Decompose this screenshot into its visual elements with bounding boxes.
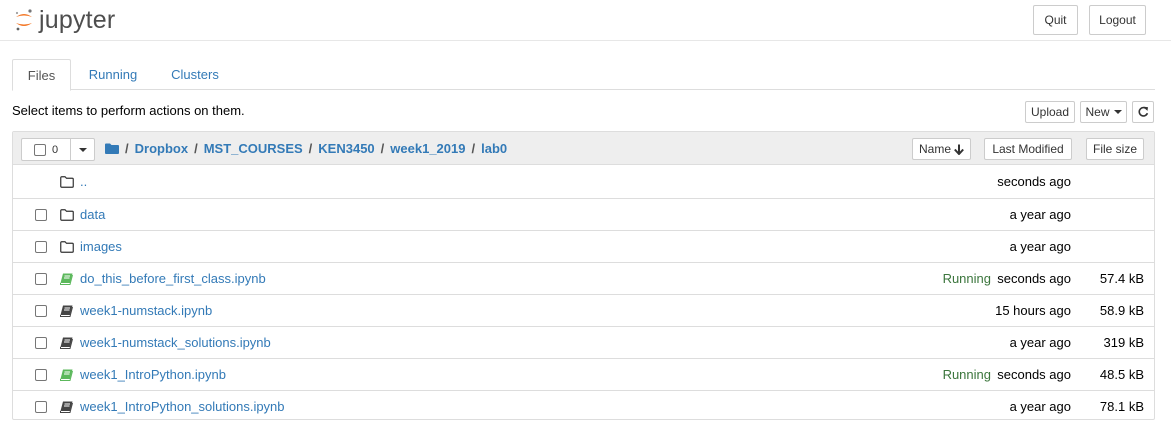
running-notebook-icon <box>60 368 74 381</box>
file-list: 0 / Dropbox / MST_COURSES / KEN3450 / we… <box>12 131 1155 420</box>
last-modified: a year ago <box>1009 335 1071 350</box>
file-name-link[interactable]: week1-numstack.ipynb <box>80 303 212 318</box>
folder-icon <box>60 175 74 188</box>
jupyter-logo-icon <box>15 9 32 31</box>
tab-files[interactable]: Files <box>12 59 71 91</box>
sort-by-file-size-button[interactable]: File size <box>1086 138 1144 160</box>
running-status: Running <box>942 271 991 286</box>
file-name-link[interactable]: images <box>80 239 122 254</box>
refresh-icon <box>1138 106 1149 117</box>
running-notebook-icon <box>60 272 74 285</box>
file-size: 48.5 kB <box>1099 367 1144 382</box>
notebook-icon <box>60 336 74 349</box>
tab-running[interactable]: Running <box>80 59 146 90</box>
folder-home-icon[interactable] <box>105 143 119 154</box>
last-modified: seconds ago <box>997 367 1071 382</box>
last-modified: a year ago <box>1009 239 1071 254</box>
row-checkbox[interactable] <box>35 273 47 285</box>
file-size: 58.9 kB <box>1099 303 1144 318</box>
breadcrumb-separator: / <box>308 141 313 156</box>
folder-icon <box>60 208 74 221</box>
folder-icon <box>60 240 74 253</box>
breadcrumb-week1-2019[interactable]: week1_2019 <box>390 141 465 156</box>
last-modified: seconds ago <box>997 174 1071 189</box>
select-all-checkbox[interactable] <box>34 143 46 156</box>
parent-directory-row[interactable]: .. seconds ago <box>13 166 1154 198</box>
selected-count: 0 <box>52 143 59 156</box>
notebook-icon <box>60 400 74 413</box>
file-name-link[interactable]: week1_IntroPython.ipynb <box>80 367 226 382</box>
logout-button[interactable]: Logout <box>1089 5 1146 35</box>
select-all-control[interactable]: 0 <box>21 138 95 161</box>
file-row[interactable]: week1_IntroPython.ipynb Running seconds ag… <box>13 358 1154 390</box>
refresh-button[interactable] <box>1132 101 1154 123</box>
file-name-link[interactable]: data <box>80 207 105 222</box>
row-checkbox[interactable] <box>35 209 47 221</box>
file-row[interactable]: images a year ago <box>13 230 1154 262</box>
breadcrumb-dropbox[interactable]: Dropbox <box>135 141 188 156</box>
file-row[interactable]: week1-numstack.ipynb 15 hours ago 58.9 kB <box>13 294 1154 326</box>
file-list-header: 0 / Dropbox / MST_COURSES / KEN3450 / we… <box>13 132 1154 165</box>
upload-button[interactable]: Upload <box>1025 101 1075 123</box>
tab-bar: Files Running Clusters <box>12 59 1155 91</box>
tab-clusters[interactable]: Clusters <box>162 59 228 90</box>
last-modified: a year ago <box>1009 399 1071 414</box>
quit-button[interactable]: Quit <box>1033 5 1078 35</box>
new-button-label: New <box>1085 105 1110 119</box>
breadcrumb-separator: / <box>125 141 129 156</box>
row-checkbox[interactable] <box>35 305 47 317</box>
breadcrumb-separator: / <box>194 141 198 156</box>
breadcrumb-mst-courses[interactable]: MST_COURSES <box>204 141 303 156</box>
file-row[interactable]: week1-numstack_solutions.ipynb a year ago… <box>13 326 1154 358</box>
breadcrumb: / Dropbox / MST_COURSES / KEN3450 / week… <box>105 140 507 157</box>
file-row[interactable]: data a year ago <box>13 198 1154 230</box>
breadcrumb-ken3450[interactable]: KEN3450 <box>318 141 374 156</box>
last-modified: seconds ago <box>997 271 1071 286</box>
file-size: 319 kB <box>1103 335 1144 350</box>
breadcrumb-separator: / <box>471 141 476 156</box>
running-status: Running <box>942 367 991 382</box>
file-name-link[interactable]: week1-numstack_solutions.ipynb <box>80 335 271 350</box>
file-name-link[interactable]: .. <box>80 174 87 189</box>
file-name-link[interactable]: do_this_before_first_class.ipynb <box>80 271 266 286</box>
jupyter-logo[interactable]: jupyter <box>14 6 115 34</box>
sort-by-name-button[interactable]: Name <box>912 138 971 160</box>
last-modified: 15 hours ago <box>995 303 1071 318</box>
file-name-link[interactable]: week1_IntroPython_solutions.ipynb <box>80 399 285 414</box>
caret-down-icon <box>1113 110 1122 114</box>
new-dropdown-button[interactable]: New <box>1080 101 1127 123</box>
breadcrumb-separator: / <box>380 141 385 156</box>
row-checkbox[interactable] <box>35 401 47 413</box>
last-modified: a year ago <box>1009 207 1071 222</box>
sort-name-label: Name <box>918 142 951 156</box>
caret-down-icon <box>78 147 87 152</box>
row-checkbox[interactable] <box>35 337 47 349</box>
file-row[interactable]: do_this_before_first_class.ipynb Running s… <box>13 262 1154 294</box>
file-size: 78.1 kB <box>1099 399 1144 414</box>
select-hint-text: Select items to perform actions on them. <box>12 103 245 118</box>
notebook-icon <box>60 304 74 317</box>
arrow-down-icon <box>954 144 964 155</box>
breadcrumb-lab0[interactable]: lab0 <box>481 141 507 156</box>
select-dropdown-toggle[interactable] <box>70 139 94 160</box>
file-row[interactable]: week1_IntroPython_solutions.ipynb a year … <box>13 390 1154 422</box>
logo-text: jupyter <box>39 6 116 34</box>
row-checkbox[interactable] <box>35 241 47 253</box>
sort-by-last-modified-button[interactable]: Last Modified <box>984 138 1072 160</box>
file-size: 57.4 kB <box>1099 271 1144 286</box>
header-bar: jupyter Quit Logout <box>0 0 1171 41</box>
row-checkbox[interactable] <box>35 369 47 381</box>
